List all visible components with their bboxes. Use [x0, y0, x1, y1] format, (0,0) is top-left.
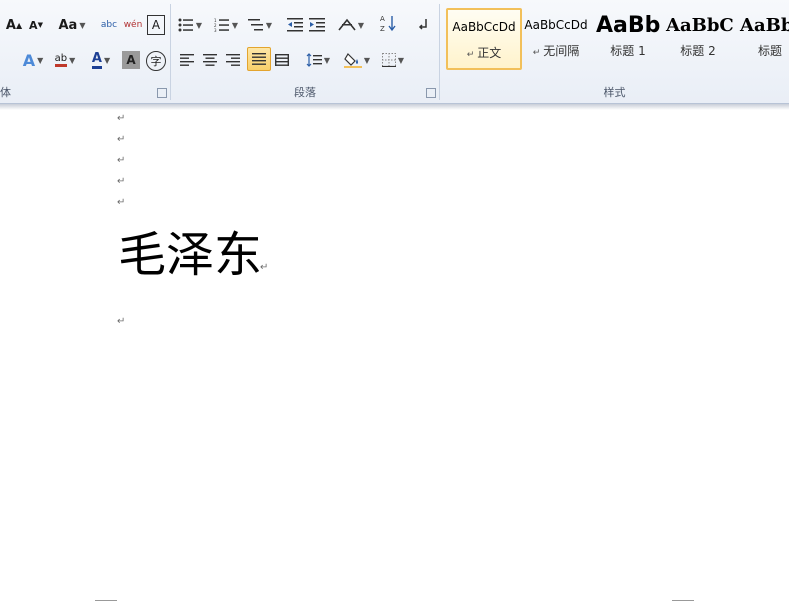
- style-no-spacing[interactable]: AaBbCcDd ↵ 无间隔: [520, 8, 592, 66]
- style-normal[interactable]: AaBbCcDd ↵ 正文: [446, 8, 522, 70]
- text-effects-button[interactable]: A ▼: [20, 49, 46, 71]
- font-color-button[interactable]: A ▼: [86, 49, 116, 71]
- phonetic-guide-button[interactable]: abc: [98, 14, 120, 36]
- style-name: 无间隔: [543, 44, 580, 58]
- svg-text:3: 3: [214, 28, 217, 32]
- paragraph-mark: ↵: [117, 113, 126, 124]
- align-right-icon[interactable]: [223, 49, 243, 71]
- decrease-indent-icon[interactable]: [285, 14, 305, 36]
- style-name: 标题 1: [610, 44, 646, 58]
- character-border-button[interactable]: A: [147, 15, 165, 35]
- styles-group-label: 样式: [603, 86, 626, 99]
- style-sample: AaBbCcDd: [524, 18, 588, 32]
- enclose-characters-button[interactable]: wén: [122, 14, 144, 36]
- font-group-label: 体: [0, 86, 11, 99]
- align-left-icon[interactable]: [177, 49, 197, 71]
- style-sample: AaBbCcDd: [452, 20, 516, 34]
- shading-icon[interactable]: ▼: [343, 49, 371, 71]
- chinese-layout-icon[interactable]: ▼: [337, 14, 365, 36]
- page-corner-right: [672, 600, 694, 605]
- show-hide-marks-icon[interactable]: [413, 14, 433, 36]
- paragraph-mark: ↵: [117, 316, 126, 327]
- justify-icon[interactable]: [247, 47, 271, 71]
- shrink-font-button[interactable]: A ▼: [27, 14, 45, 36]
- style-name: 正文: [477, 46, 502, 60]
- style-heading-1[interactable]: AaBb 标题 1: [592, 8, 664, 66]
- page-corner-left: [95, 600, 117, 605]
- character-shading-button[interactable]: A: [122, 51, 140, 69]
- paragraph-group-label: 段落: [294, 86, 316, 99]
- distributed-icon[interactable]: [272, 49, 292, 71]
- paragraph-group: ▼ 1 2 3 ▼ ▼ ▼ AZ ▼ ▼ ▼ 段落: [171, 0, 439, 103]
- style-title[interactable]: AaBb 标题: [734, 8, 789, 66]
- align-center-icon[interactable]: [200, 49, 220, 71]
- paragraph-mark: ↵: [117, 134, 126, 145]
- change-case-button[interactable]: Aa ▼: [58, 14, 86, 36]
- svg-text:Z: Z: [380, 25, 385, 32]
- style-sample: AaBb: [740, 14, 789, 36]
- style-heading-2[interactable]: AaBbC 标题 2: [662, 8, 734, 66]
- font-dialog-launcher[interactable]: [157, 88, 167, 98]
- ribbon: A ▲ A ▼ Aa ▼ abc wén A A ▼ ab ▼ A ▼ A 字 体 ▼ 12…: [0, 0, 789, 104]
- font-group: A ▲ A ▼ Aa ▼ abc wén A A ▼ ab ▼ A ▼ A 字 体: [0, 0, 170, 103]
- style-sample: AaBbC: [666, 14, 734, 36]
- text-highlight-button[interactable]: ab ▼: [50, 49, 80, 71]
- paragraph-mark: ↵: [117, 197, 126, 208]
- styles-group: AaBbCcDd ↵ 正文 AaBbCcDd ↵ 无间隔 AaBb 标题 1 A…: [440, 0, 789, 103]
- enclosed-character-button[interactable]: 字: [146, 51, 166, 71]
- borders-icon[interactable]: ▼: [379, 49, 407, 71]
- numbering-icon[interactable]: 1 2 3 ▼: [213, 14, 239, 36]
- svg-text:A: A: [380, 15, 385, 23]
- multilevel-list-icon[interactable]: ▼: [247, 14, 273, 36]
- line-spacing-icon[interactable]: ▼: [305, 49, 331, 71]
- paragraph-mark: ↵: [117, 155, 126, 166]
- paragraph-mark: ↵: [117, 176, 126, 187]
- grow-font-button[interactable]: A ▲: [4, 14, 24, 36]
- style-name: 标题: [758, 44, 783, 58]
- increase-indent-icon[interactable]: [307, 14, 327, 36]
- style-name: 标题 2: [680, 44, 716, 58]
- paragraph-dialog-launcher[interactable]: [426, 88, 436, 98]
- bullets-icon[interactable]: ▼: [177, 14, 203, 36]
- style-sample: AaBb: [596, 12, 661, 38]
- document-main-text[interactable]: 毛泽东: [118, 225, 262, 285]
- sort-icon[interactable]: AZ: [377, 12, 399, 34]
- document-page[interactable]: ↵ ↵ ↵ ↵ ↵ ↵ ↵: [0, 110, 789, 605]
